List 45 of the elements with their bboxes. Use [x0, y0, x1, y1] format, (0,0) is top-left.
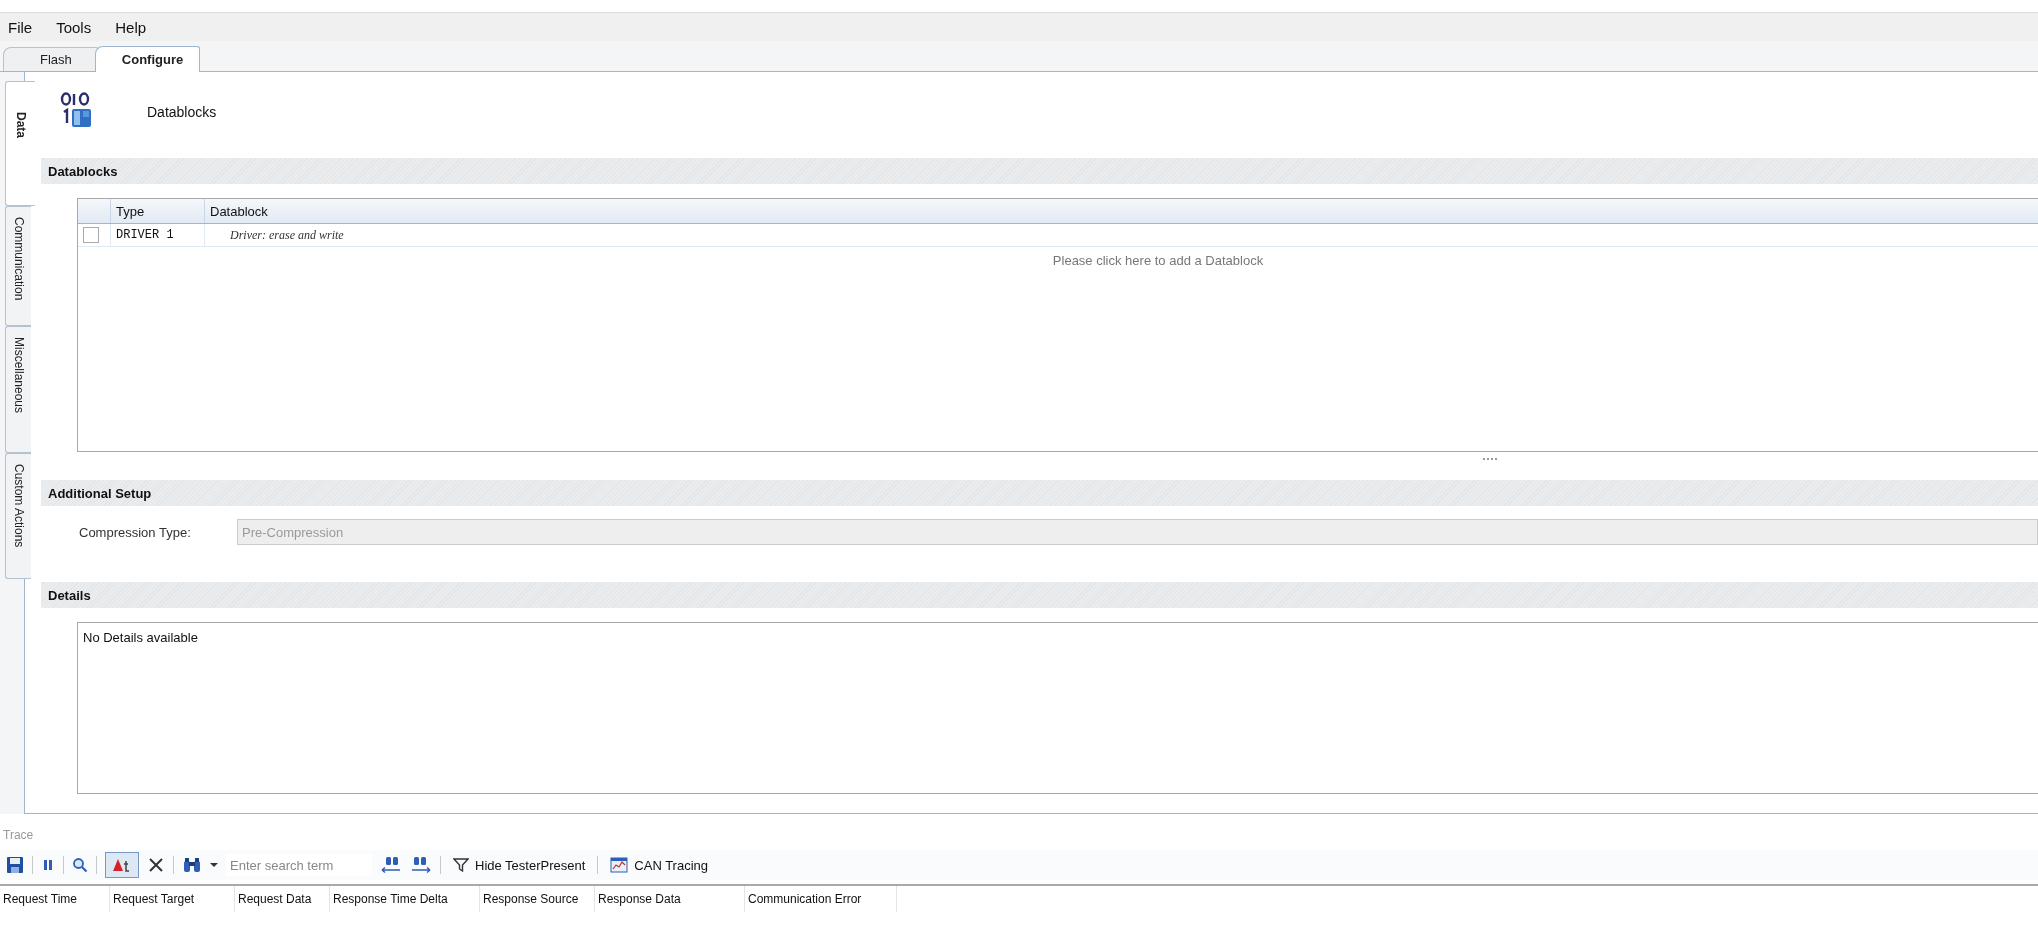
column-header[interactable]: Response Data	[595, 886, 745, 912]
add-datablock-link[interactable]: Please click here to add a Datablock	[1052, 253, 1264, 268]
column-header[interactable]: Type	[111, 199, 205, 223]
field-label: Compression Type:	[79, 524, 192, 540]
save-icon[interactable]	[6, 856, 24, 874]
menu-item[interactable]: Help	[115, 18, 157, 36]
splitter-grip-icon[interactable]	[1481, 457, 1498, 461]
hide-tester-present-button[interactable]: Hide TesterPresent	[449, 855, 590, 875]
page-title: Datablocks	[147, 104, 217, 120]
column-header[interactable]: Request Target	[110, 886, 235, 912]
side-tab[interactable]: Miscellaneous	[5, 326, 31, 453]
column-header[interactable]: Communication Error	[745, 886, 897, 912]
side-tab[interactable]: Data	[5, 81, 35, 206]
chart-window-icon	[610, 857, 629, 873]
checkbox[interactable]	[83, 227, 99, 243]
column-header[interactable]: Request Data	[235, 886, 330, 912]
search-field[interactable]: Enter search term	[226, 854, 372, 876]
pause-icon[interactable]	[41, 857, 55, 873]
column-header[interactable]: Response Source	[480, 886, 595, 912]
close-icon[interactable]	[147, 856, 165, 874]
tab[interactable]: Configure	[94, 46, 201, 72]
tab[interactable]: Flash	[3, 47, 99, 71]
find-previous-icon[interactable]	[380, 855, 402, 875]
side-tab[interactable]: Communication	[5, 206, 31, 326]
table-cell-text: Driver: erase and write	[229, 226, 345, 244]
caret-icon[interactable]	[210, 862, 218, 868]
column-header[interactable]: Response Time Delta	[330, 886, 480, 912]
menu-item[interactable]: File	[8, 18, 43, 36]
trace-title: Trace	[2, 827, 34, 844]
binoculars-icon[interactable]	[182, 856, 202, 874]
timestamp-icon	[112, 857, 132, 873]
search-icon[interactable]	[72, 857, 88, 873]
table-cell: DRIVER 1	[111, 224, 205, 246]
details-text: No Details available	[83, 630, 198, 645]
section-header: Details	[41, 582, 2038, 608]
section-header: Additional Setup	[41, 480, 2038, 506]
side-tab[interactable]: Custom Actions	[5, 453, 31, 579]
menu-item[interactable]: Tools	[56, 18, 102, 36]
column-header[interactable]: Datablock	[205, 199, 2038, 223]
filter-icon	[453, 857, 469, 873]
column-header[interactable]: Request Time	[0, 886, 110, 912]
section-header: Datablocks	[41, 158, 2038, 184]
find-next-icon[interactable]	[410, 855, 432, 875]
can-tracing-button[interactable]: CAN Tracing	[606, 855, 713, 875]
timestamp-toggle-button[interactable]	[105, 852, 139, 878]
